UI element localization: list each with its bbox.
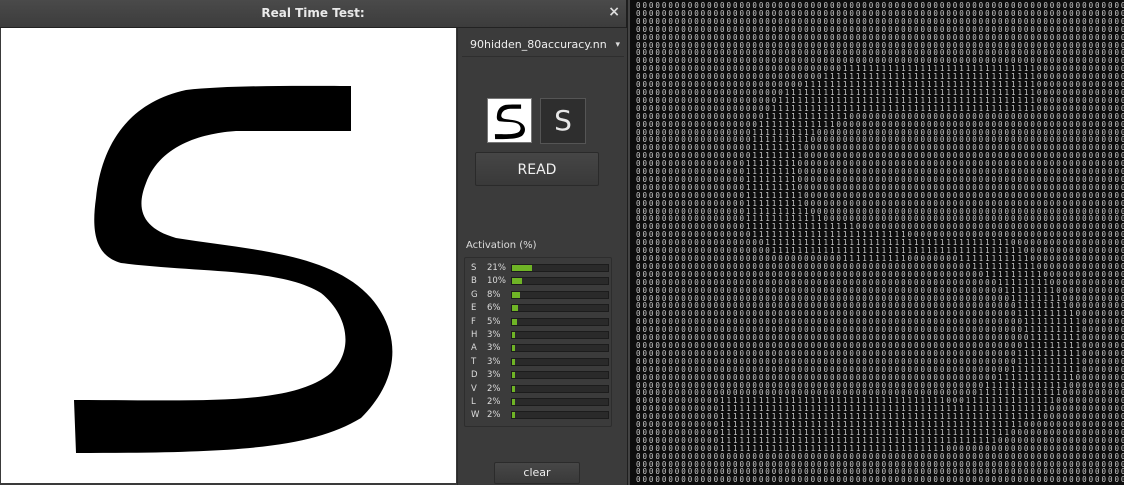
activation-percent: 2% bbox=[487, 397, 501, 407]
activation-percent: 2% bbox=[487, 383, 501, 394]
input-preview-thumbnail bbox=[487, 98, 532, 143]
drawing-canvas[interactable] bbox=[1, 28, 456, 483]
activation-bar bbox=[511, 290, 609, 299]
activation-percent: 5% bbox=[487, 316, 501, 327]
activation-percent: 8% bbox=[487, 289, 501, 300]
activation-percent: 21% bbox=[487, 263, 506, 273]
activation-row: H 3% bbox=[471, 329, 611, 342]
activation-percent: 6% bbox=[487, 303, 501, 314]
activation-bar bbox=[511, 344, 609, 353]
activation-bar bbox=[511, 371, 609, 380]
activation-bar-fill bbox=[512, 385, 515, 392]
activation-bar-fill bbox=[512, 345, 515, 352]
activation-row: A 3% bbox=[471, 342, 611, 355]
network-select[interactable]: 90hidden_80accuracy.nn ▾ bbox=[462, 33, 624, 57]
activation-row: D 3% bbox=[471, 369, 611, 382]
chevron-down-icon: ▾ bbox=[615, 40, 620, 50]
activation-title: Activation (%) bbox=[466, 240, 537, 251]
window-title: Real Time Test: bbox=[261, 6, 365, 20]
activation-percent: 2% bbox=[487, 410, 501, 421]
activation-bar bbox=[511, 264, 609, 272]
activation-row: G 8% bbox=[471, 289, 611, 302]
activation-bar bbox=[511, 411, 609, 420]
activation-bar-fill bbox=[512, 358, 515, 365]
activation-percent: 3% bbox=[487, 343, 501, 354]
activation-row: V 2% bbox=[471, 383, 611, 396]
activation-bar bbox=[511, 317, 609, 326]
activation-bar-fill bbox=[512, 265, 533, 271]
activation-bar-fill bbox=[512, 372, 515, 379]
activation-bar bbox=[511, 398, 609, 406]
activation-row: F 5% bbox=[471, 316, 611, 329]
activation-bar-fill bbox=[512, 332, 515, 338]
activation-row: L 2% bbox=[471, 396, 611, 409]
activation-bar bbox=[511, 277, 609, 286]
activation-bar bbox=[511, 331, 609, 339]
activation-percent: 3% bbox=[487, 370, 501, 381]
activation-bar bbox=[511, 304, 609, 313]
activation-row: S 21% bbox=[471, 262, 611, 275]
activation-percent: 3% bbox=[487, 356, 501, 367]
activation-group: Activation (%) S 21% B 10% G 8% E 6% F 5% H 3% A 3% T 3… bbox=[462, 240, 612, 427]
activation-bar-fill bbox=[512, 305, 518, 312]
activation-row: T 3% bbox=[471, 356, 611, 369]
title-bar: Real Time Test: × bbox=[0, 0, 626, 28]
close-icon[interactable]: × bbox=[608, 4, 620, 20]
activation-bar-fill bbox=[512, 318, 517, 325]
activation-row: B 10% bbox=[471, 275, 611, 288]
activation-row: E 6% bbox=[471, 302, 611, 315]
activation-bar bbox=[511, 357, 609, 366]
activation-bar-fill bbox=[512, 412, 515, 419]
binary-matrix: 0000000000000000000000000000000000000000… bbox=[636, 1, 1124, 485]
predicted-letter: S bbox=[540, 98, 586, 144]
read-button[interactable]: READ bbox=[475, 152, 599, 186]
activation-row: W 2% bbox=[471, 409, 611, 422]
binary-matrix-panel: 0000000000000000000000000000000000000000… bbox=[628, 0, 1124, 485]
activation-bar bbox=[511, 384, 609, 393]
network-select-value: 90hidden_80accuracy.nn bbox=[470, 38, 607, 51]
drawn-letter-s bbox=[74, 85, 393, 453]
clear-button[interactable]: clear bbox=[494, 462, 580, 484]
activation-percent: 10% bbox=[487, 276, 506, 287]
control-panel: 90hidden_80accuracy.nn ▾ S READ Activati… bbox=[457, 28, 627, 485]
activation-bar-fill bbox=[512, 291, 520, 298]
activation-bar-fill bbox=[512, 278, 522, 285]
activation-percent: 3% bbox=[487, 330, 501, 340]
activation-bar-fill bbox=[512, 399, 515, 405]
real-time-test-window: Real Time Test: × 90hidden_80accuracy.nn… bbox=[0, 0, 627, 485]
